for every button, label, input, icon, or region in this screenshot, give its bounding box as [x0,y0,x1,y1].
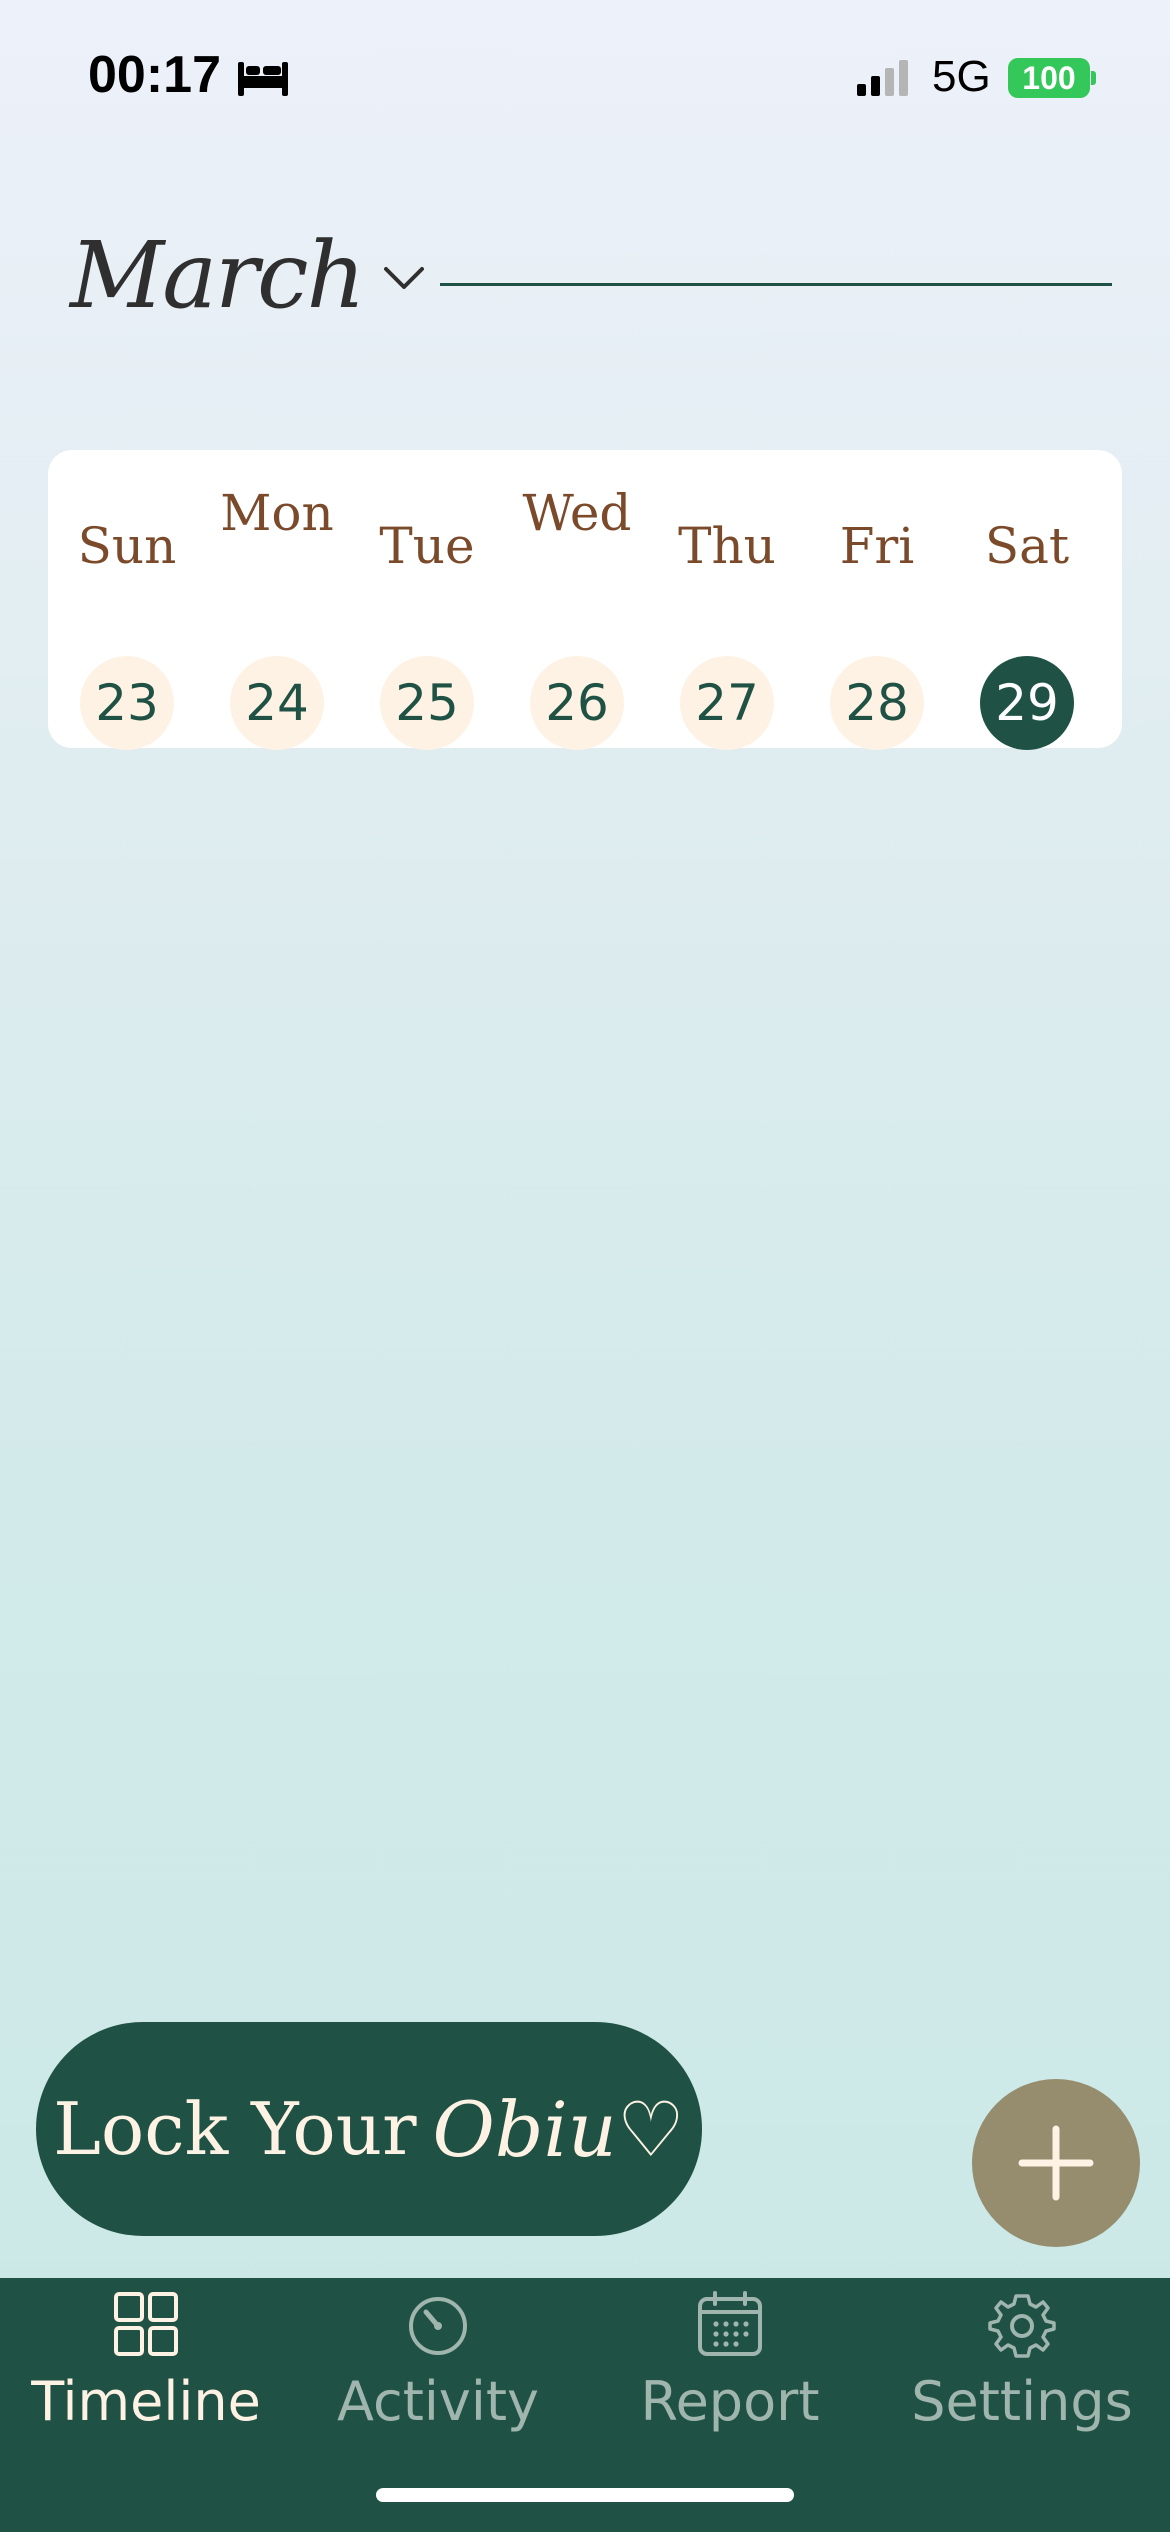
day-date[interactable]: 23 [80,656,174,750]
battery-cap [1091,71,1096,85]
day-date[interactable]: 24 [230,656,324,750]
day-date-selected[interactable]: 29 [980,656,1074,750]
day-name: Fri [839,517,915,575]
month-selector[interactable]: March [70,210,426,340]
tab-report[interactable]: Report [584,2278,876,2468]
cellular-signal-icon [857,60,908,96]
app-screen: 00:17 5G 100 March Sun 23 Mon 24 Tue 25 … [0,0,1170,2532]
day-name: Sun [77,517,177,575]
day-wed[interactable]: Wed 26 [502,450,652,750]
day-date[interactable]: 27 [680,656,774,750]
tab-label: Activity [337,2370,539,2433]
plus-icon [1018,2125,1094,2201]
day-sat[interactable]: Sat 29 [952,450,1102,750]
day-mon[interactable]: Mon 24 [202,450,352,750]
day-fri[interactable]: Fri 28 [802,450,952,750]
tab-timeline[interactable]: Timeline [0,2278,292,2468]
bed-icon [238,62,288,96]
day-name: Tue [379,517,475,575]
lock-button-script-label: Obiu♡ [432,2084,685,2174]
grid-icon [114,2292,178,2356]
timer-icon [409,2297,467,2355]
calendar-icon [698,2291,762,2356]
battery-indicator: 100 [1008,58,1090,98]
month-label: March [70,221,366,329]
status-bar: 00:17 5G 100 [0,0,1170,150]
tab-settings[interactable]: Settings [876,2278,1168,2468]
month-divider [440,283,1112,286]
tab-label: Timeline [31,2370,261,2433]
day-name: Sat [984,517,1070,575]
lock-button-label: Lock Your [53,2087,417,2171]
gear-icon [988,2294,1056,2358]
day-thu[interactable]: Thu 27 [652,450,802,750]
chevron-down-icon [383,267,424,289]
tab-activity[interactable]: Activity [292,2278,584,2468]
lock-your-button[interactable]: Lock Your Obiu♡ [36,2022,702,2236]
tab-label: Report [640,2370,820,2433]
day-sun[interactable]: Sun 23 [52,450,202,750]
week-strip: Sun 23 Mon 24 Tue 25 Wed 26 Thu 27 Fri 2… [48,450,1122,750]
home-indicator[interactable] [376,2488,794,2502]
day-name: Wed [522,484,632,542]
status-time: 00:17 [88,46,221,104]
tab-label: Settings [911,2370,1133,2433]
add-button[interactable] [972,2079,1140,2247]
day-tue[interactable]: Tue 25 [352,450,502,750]
day-date[interactable]: 28 [830,656,924,750]
day-name: Thu [678,517,776,575]
day-date[interactable]: 26 [530,656,624,750]
network-type: 5G [932,52,991,101]
day-date[interactable]: 25 [380,656,474,750]
day-name: Mon [220,484,334,542]
